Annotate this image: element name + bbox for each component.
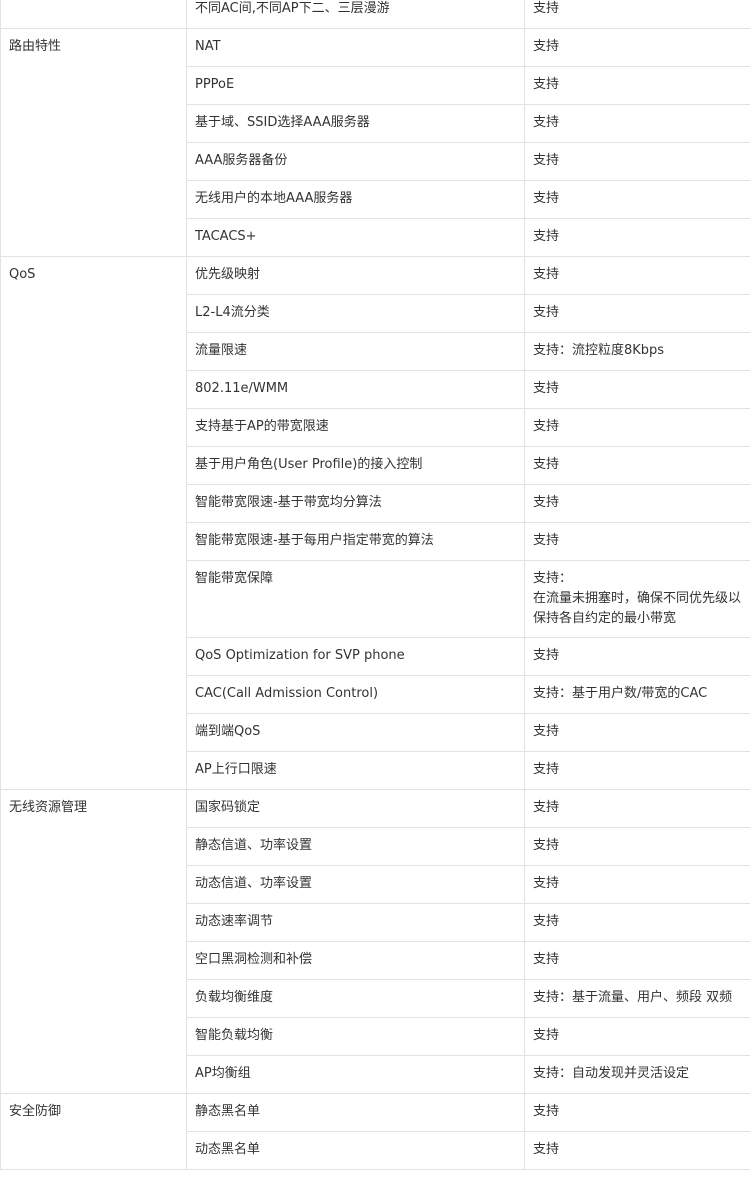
feature-cell: 无线用户的本地AAA服务器 — [186, 180, 525, 219]
feature-cell: 支持基于AP的带宽限速 — [186, 408, 525, 447]
support-value-cell: 支持： 在流量未拥塞时，确保不同优先级以保持各自约定的最小带宽 — [524, 560, 750, 638]
support-value-cell: 支持 — [524, 142, 750, 181]
feature-cell: L2-L4流分类 — [186, 294, 525, 333]
feature-cell: 负载均衡维度 — [186, 979, 525, 1018]
feature-cell: 优先级映射 — [186, 256, 525, 295]
table-row: 无线资源管理 国家码锁定 支持 — [0, 789, 750, 1094]
feature-cell: CAC(Call Admission Control) — [186, 675, 525, 714]
support-value-cell: 支持 — [524, 484, 750, 523]
support-value-cell: 支持 — [524, 446, 750, 485]
feature-cell: QoS Optimization for SVP phone — [186, 637, 525, 676]
support-value-cell: 支持 — [524, 180, 750, 219]
support-value-cell: 支持 — [524, 104, 750, 143]
support-value-cell: 支持 — [524, 294, 750, 333]
table-row: QoS 优先级映射 支持 — [0, 256, 750, 790]
feature-cell: AP上行口限速 — [186, 751, 525, 790]
support-value-cell: 支持 — [524, 751, 750, 790]
support-value-cell: 支持 — [524, 408, 750, 447]
feature-cell: 智能负载均衡 — [186, 1017, 525, 1056]
support-value-cell: 支持 — [524, 827, 750, 866]
feature-cell: PPPoE — [186, 66, 525, 105]
feature-cell: 802.11e/WMM — [186, 370, 525, 409]
feature-cell: 基于用户角色(User Profile)的接入控制 — [186, 446, 525, 485]
category-cell — [0, 0, 187, 29]
feature-cell: 空口黑洞检测和补偿 — [186, 941, 525, 980]
support-value-cell: 支持 — [524, 0, 750, 29]
support-value-cell: 支持 — [524, 522, 750, 561]
support-value-cell: 支持 — [524, 28, 750, 67]
table-row: 路由特性 NAT 支持 — [0, 28, 750, 257]
category-cell: 安全防御 — [0, 1093, 187, 1170]
feature-cell: 动态信道、功率设置 — [186, 865, 525, 904]
feature-cell: 端到端QoS — [186, 713, 525, 752]
feature-cell: 智能带宽限速-基于带宽均分算法 — [186, 484, 525, 523]
category-cell: QoS — [0, 256, 187, 790]
support-value-cell: 支持 — [524, 713, 750, 752]
support-value-cell: 支持 — [524, 1093, 750, 1132]
support-value-cell: 支持 — [524, 66, 750, 105]
feature-cell: 动态黑名单 — [186, 1131, 525, 1170]
feature-cell: 国家码锁定 — [186, 789, 525, 828]
feature-cell: TACACS+ — [186, 218, 525, 257]
feature-cell: AP均衡组 — [186, 1055, 525, 1094]
table-row: 不同AC间,不同AP下二、三层漫游 支持 — [0, 0, 750, 29]
support-value-cell: 支持 — [524, 789, 750, 828]
feature-cell: 静态黑名单 — [186, 1093, 525, 1132]
support-value-cell: 支持 — [524, 218, 750, 257]
support-value-cell: 支持 — [524, 1017, 750, 1056]
support-value-cell: 支持 — [524, 941, 750, 980]
feature-cell: 流量限速 — [186, 332, 525, 371]
support-value-cell: 支持 — [524, 370, 750, 409]
category-cell: 路由特性 — [0, 28, 187, 257]
table-row: 安全防御 静态黑名单 支持 — [0, 1093, 750, 1170]
support-value-cell: 支持 — [524, 903, 750, 942]
spec-table-body: 不同AC间,不同AP下二、三层漫游 支持 路由特性 NAT 支持 PPPoE 支持 基于域、S… — [0, 0, 750, 1170]
feature-cell: 静态信道、功率设置 — [186, 827, 525, 866]
support-value-cell: 支持：流控粒度8Kbps — [524, 332, 750, 371]
support-value-cell: 支持 — [524, 256, 750, 295]
support-value-cell: 支持：基于用户数/带宽的CAC — [524, 675, 750, 714]
support-value-cell: 支持 — [524, 865, 750, 904]
support-value-cell: 支持：自动发现并灵活设定 — [524, 1055, 750, 1094]
support-value-cell: 支持 — [524, 1131, 750, 1170]
spec-table: 不同AC间,不同AP下二、三层漫游 支持 路由特性 NAT 支持 PPPoE 支持 基于域、S… — [0, 0, 750, 1170]
feature-cell: 动态速率调节 — [186, 903, 525, 942]
feature-cell: 智能带宽限速-基于每用户指定带宽的算法 — [186, 522, 525, 561]
feature-cell: AAA服务器备份 — [186, 142, 525, 181]
support-value-cell: 支持 — [524, 637, 750, 676]
feature-cell: 基于域、SSID选择AAA服务器 — [186, 104, 525, 143]
feature-cell: NAT — [186, 28, 525, 67]
feature-cell: 不同AC间,不同AP下二、三层漫游 — [186, 0, 525, 29]
category-cell: 无线资源管理 — [0, 789, 187, 1094]
support-value-cell: 支持：基于流量、用户、频段 双频 — [524, 979, 750, 1018]
feature-cell: 智能带宽保障 — [186, 560, 525, 638]
